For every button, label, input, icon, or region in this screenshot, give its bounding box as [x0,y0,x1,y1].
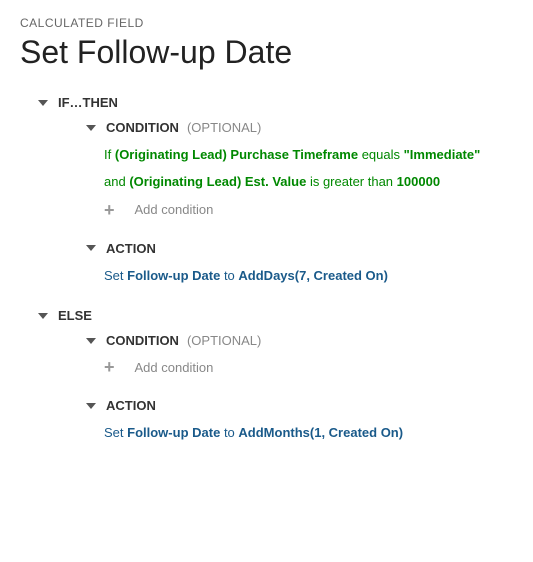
action-keyword: to [224,268,235,283]
ifthen-action-block: ACTION Set Follow-up Date to AddDays(7, … [86,241,513,287]
action-keyword: Set [104,268,124,283]
condition-row[interactable]: If (Originating Lead) Purchase Timeframe… [104,145,513,166]
plus-icon: + [104,201,115,219]
condition-field: (Originating Lead) Est. Value [129,174,306,189]
action-keyword: to [224,425,235,440]
chevron-down-icon[interactable] [86,403,96,409]
optional-label: (OPTIONAL) [187,120,261,135]
section-else: ELSE CONDITION (OPTIONAL) + Add conditio… [38,308,513,444]
ifthen-condition-block: CONDITION (OPTIONAL) If (Originating Lea… [86,120,513,219]
optional-label: (OPTIONAL) [187,333,261,348]
action-label: ACTION [106,398,156,413]
action-function: AddMonths(1, Created On) [238,425,403,440]
add-condition-button[interactable]: + Add condition [104,201,513,219]
plus-icon: + [104,358,115,376]
add-condition-label: Add condition [135,360,214,375]
page-title: Set Follow-up Date [20,34,513,71]
action-label: ACTION [106,241,156,256]
action-row[interactable]: Set Follow-up Date to AddDays(7, Created… [104,266,513,287]
condition-value: "Immediate" [404,147,481,162]
condition-label: CONDITION [106,333,179,348]
condition-value: 100000 [397,174,440,189]
condition-keyword: If [104,147,111,162]
section-ifthen: IF…THEN CONDITION (OPTIONAL) If (Origina… [38,95,513,286]
action-keyword: Set [104,425,124,440]
chevron-down-icon[interactable] [86,245,96,251]
condition-operator: equals [362,147,400,162]
chevron-down-icon[interactable] [86,125,96,131]
condition-keyword: and [104,174,126,189]
chevron-down-icon[interactable] [38,313,48,319]
condition-operator: is greater than [310,174,393,189]
action-row[interactable]: Set Follow-up Date to AddMonths(1, Creat… [104,423,513,444]
else-label: ELSE [58,308,92,323]
condition-field: (Originating Lead) Purchase Timeframe [115,147,358,162]
ifthen-label: IF…THEN [58,95,118,110]
chevron-down-icon[interactable] [86,338,96,344]
condition-row[interactable]: and (Originating Lead) Est. Value is gre… [104,172,513,193]
else-condition-block: CONDITION (OPTIONAL) + Add condition [86,333,513,376]
chevron-down-icon[interactable] [38,100,48,106]
condition-label: CONDITION [106,120,179,135]
else-action-block: ACTION Set Follow-up Date to AddMonths(1… [86,398,513,444]
add-condition-label: Add condition [135,202,214,217]
action-field: Follow-up Date [127,268,220,283]
breadcrumb: CALCULATED FIELD [20,16,513,30]
action-function: AddDays(7, Created On) [238,268,388,283]
action-field: Follow-up Date [127,425,220,440]
add-condition-button[interactable]: + Add condition [104,358,513,376]
